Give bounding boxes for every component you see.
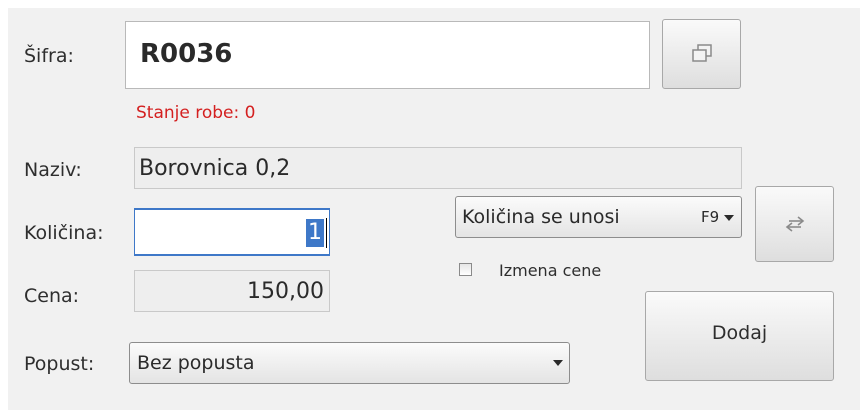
popust-label: Popust: bbox=[24, 353, 95, 375]
cena-value: 150,00 bbox=[247, 279, 324, 304]
cena-label: Cena: bbox=[24, 285, 80, 307]
quantity-mode-selected: Količina se unosi bbox=[462, 206, 620, 228]
text-cursor bbox=[326, 218, 327, 248]
popust-selected: Bez popusta bbox=[137, 352, 255, 374]
izmena-cene-label: Izmena cene bbox=[499, 261, 602, 280]
popust-select[interactable]: Bez popusta bbox=[129, 342, 570, 384]
sifra-value: R0036 bbox=[140, 39, 233, 69]
cena-field[interactable]: 150,00 bbox=[134, 270, 330, 312]
kolicina-value: 1 bbox=[306, 219, 324, 247]
dodaj-label: Dodaj bbox=[711, 322, 768, 344]
izmena-cene-checkbox[interactable]: Izmena cene bbox=[456, 261, 636, 283]
stock-status-text: Stanje robe: 0 bbox=[136, 103, 256, 123]
chevron-down-icon bbox=[724, 215, 734, 221]
checkbox-box bbox=[459, 263, 472, 276]
dodaj-button[interactable]: Dodaj bbox=[645, 291, 834, 381]
item-lookup-button[interactable] bbox=[662, 19, 741, 89]
sifra-label: Šifra: bbox=[24, 45, 74, 67]
window-copy-icon bbox=[691, 44, 712, 62]
swap-arrows-icon bbox=[785, 216, 804, 232]
swap-button[interactable] bbox=[755, 186, 834, 262]
quantity-mode-select[interactable]: Količina se unosi F9 bbox=[455, 196, 742, 238]
quantity-mode-shortcut: F9 bbox=[701, 208, 720, 226]
naziv-label: Naziv: bbox=[24, 159, 82, 181]
naziv-value: Borovnica 0,2 bbox=[139, 156, 291, 181]
kolicina-input[interactable]: 1 bbox=[134, 208, 330, 256]
naziv-field[interactable]: Borovnica 0,2 bbox=[134, 147, 742, 189]
chevron-down-icon bbox=[553, 360, 563, 366]
sifra-input[interactable]: R0036 bbox=[125, 21, 650, 89]
kolicina-label: Količina: bbox=[24, 222, 104, 244]
